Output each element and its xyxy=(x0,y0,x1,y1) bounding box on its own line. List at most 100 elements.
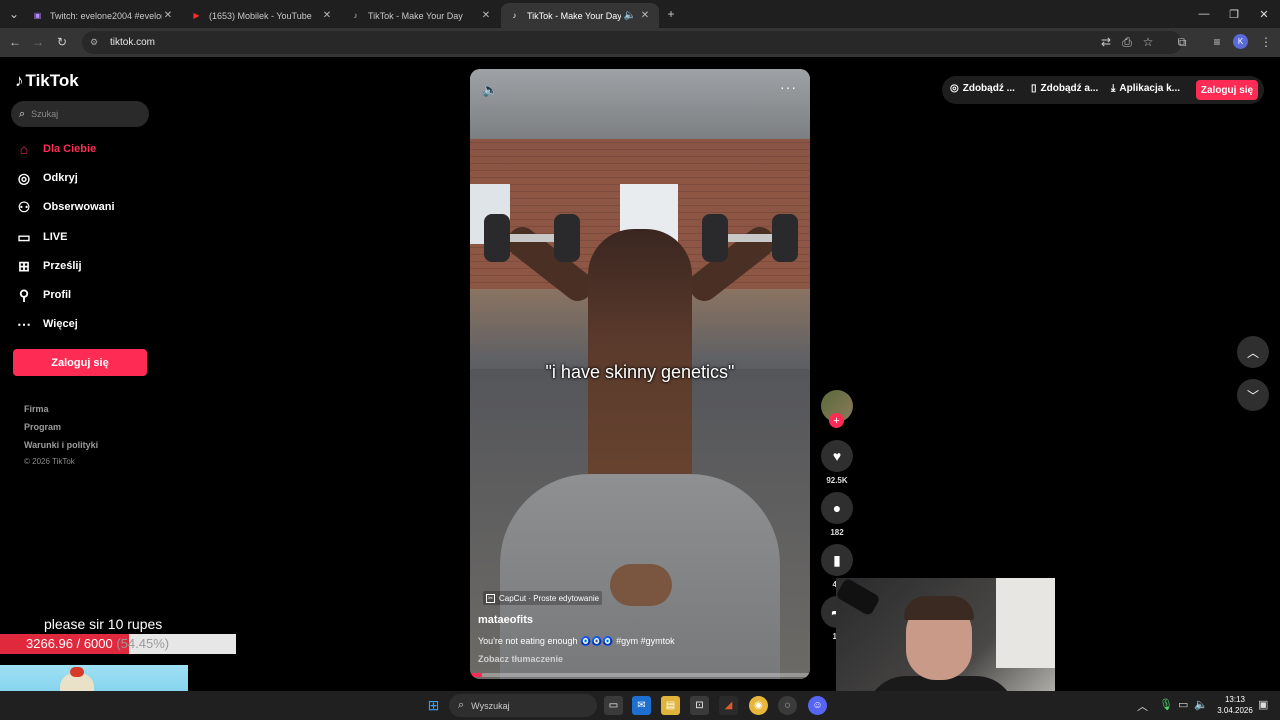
comment-icon: ● xyxy=(832,500,842,516)
nav-odkryj[interactable]: ◎ Odkryj xyxy=(15,167,78,189)
get-coins-button[interactable]: ◎ Zdobądź ... xyxy=(950,83,1015,94)
menu-kebab-icon[interactable]: ⋮ xyxy=(1257,33,1275,51)
bookmark-star-icon[interactable]: ☆ xyxy=(1139,33,1157,51)
store-icon[interactable]: ⊡ xyxy=(690,696,709,715)
see-translation-link[interactable]: Zobacz tłumaczenie xyxy=(478,654,563,664)
more-options-icon[interactable]: ··· xyxy=(780,79,797,95)
video-frame-bench xyxy=(610,564,672,606)
video-player[interactable]: "i have skinny genetics" 🔈 ··· ✂ CapCut … xyxy=(470,69,810,679)
volume-icon[interactable]: 🔈 xyxy=(482,82,498,98)
nav-wiecej[interactable]: ⋯ Więcej xyxy=(15,313,78,335)
webcam-window xyxy=(996,578,1055,668)
download-icon: ⤓ xyxy=(1111,83,1116,94)
microphone-icon[interactable]: 🎙 xyxy=(1159,698,1173,711)
profile-avatar[interactable]: K xyxy=(1233,34,1248,49)
address-bar[interactable]: ⚙ tiktok.com xyxy=(82,31,1182,54)
windows-start-icon[interactable]: ⊞ xyxy=(424,696,443,715)
discord-icon[interactable]: ☺ xyxy=(808,696,827,715)
taskbar-search[interactable]: ⌕ Wyszukaj xyxy=(449,694,597,717)
next-video-button[interactable]: ﹀ xyxy=(1237,379,1269,411)
video-progress-bar[interactable] xyxy=(470,673,810,677)
close-icon[interactable]: ✕ xyxy=(480,10,492,21)
tiktok-icon: ♪ xyxy=(353,11,358,20)
nav-label: Profil xyxy=(43,289,72,301)
extensions-icon[interactable]: ⧉ xyxy=(1173,33,1191,51)
footer-link-firma[interactable]: Firma xyxy=(24,404,49,414)
nav-dla-ciebie[interactable]: ⌂ Dla Ciebie xyxy=(15,138,96,160)
tray-chevron-up-icon[interactable]: ︿ xyxy=(1137,698,1148,714)
taskbar-clock[interactable]: 13:13 3.04.2026 xyxy=(1216,694,1254,716)
save-button[interactable]: ▮ xyxy=(821,544,853,576)
donation-message: please sir 10 rupes xyxy=(44,616,163,632)
footer-link-terms[interactable]: Warunki i polityki xyxy=(24,440,98,450)
capcut-badge[interactable]: ✂ CapCut · Proste edytowanie xyxy=(483,591,603,605)
close-icon[interactable]: ✕ xyxy=(321,10,333,21)
volume-icon[interactable]: 🔈 xyxy=(1194,698,1208,711)
header-login-button[interactable]: Zaloguj się xyxy=(1196,80,1258,100)
app-icon[interactable]: ◢ xyxy=(719,696,738,715)
goal-amount: 3266.96 / 6000 xyxy=(26,636,113,651)
video-frame-dumbbell xyxy=(702,214,798,262)
home-icon: ⌂ xyxy=(19,141,29,157)
media-controls-icon[interactable]: ≡ xyxy=(1208,33,1226,51)
browser-tab-twitch[interactable]: ▣ Twitch: evelone2004 #evelone ✕ xyxy=(24,3,182,28)
tiktok-logo[interactable]: ♪ TikTok xyxy=(15,71,79,91)
new-tab-button[interactable]: + xyxy=(662,5,680,23)
video-author[interactable]: mataeofits xyxy=(478,614,533,626)
chrome-icon[interactable]: ◉ xyxy=(749,696,768,715)
back-button[interactable]: ← xyxy=(6,33,24,51)
app-icon[interactable]: ◌ xyxy=(778,696,797,715)
browser-tab-youtube[interactable]: ▶ (1653) Mobilek - YouTube ✕ xyxy=(183,3,341,28)
follow-plus-icon[interactable]: + xyxy=(829,413,844,428)
restore-button[interactable]: ❐ xyxy=(1218,0,1250,28)
search-input[interactable]: ⌕ Szukaj xyxy=(11,101,149,127)
taskbar-search-placeholder: Wyszukaj xyxy=(471,700,510,711)
nav-live[interactable]: ▭ LIVE xyxy=(15,226,67,248)
site-info-icon[interactable]: ⚙ xyxy=(90,37,104,48)
sidebar-login-button[interactable]: Zaloguj się xyxy=(13,349,147,376)
video-progress-fill xyxy=(470,673,482,677)
nav-label: Dla Ciebie xyxy=(43,143,97,155)
tab-search-icon[interactable]: ⌄ xyxy=(5,5,23,23)
tiktok-note-icon: ♪ xyxy=(15,71,24,90)
notification-icon[interactable]: ▣ xyxy=(1258,698,1268,711)
tiktok-page: ♪ TikTok ⌕ Szukaj ⌂ Dla Ciebie ◎ Odkryj … xyxy=(0,57,1280,691)
upload-icon: ⊞ xyxy=(18,257,30,274)
tab-title: (1653) Mobilek - YouTube xyxy=(209,10,312,21)
task-view-icon[interactable]: ▭ xyxy=(604,696,623,715)
nav-label: Obserwowani xyxy=(43,201,115,213)
like-button[interactable]: ♥ xyxy=(821,440,853,472)
nav-label: LIVE xyxy=(43,231,68,243)
minimize-button[interactable]: — xyxy=(1188,0,1220,28)
install-app-icon[interactable]: ⎙ xyxy=(1118,33,1136,51)
forward-button[interactable]: → xyxy=(29,33,47,51)
close-window-button[interactable]: ✕ xyxy=(1248,0,1280,28)
heart-icon: ♥ xyxy=(832,448,842,464)
network-icon[interactable]: ▭ xyxy=(1178,698,1188,711)
bookmark-icon: ▮ xyxy=(833,551,841,568)
close-icon[interactable]: ✕ xyxy=(639,10,651,21)
footer-link-program[interactable]: Program xyxy=(24,422,61,432)
comment-button[interactable]: ● xyxy=(821,492,853,524)
browser-tab-tiktok-active[interactable]: ♪ TikTok - Make Your Day 🔈 ✕ xyxy=(501,3,659,28)
translate-icon[interactable]: ⇄ xyxy=(1097,33,1115,51)
nav-obserwowani[interactable]: ⚇ Obserwowani xyxy=(15,196,115,218)
file-explorer-icon[interactable]: ▤ xyxy=(661,696,680,715)
nav-przeslij[interactable]: ⊞ Prześlij xyxy=(15,255,81,277)
chevron-down-icon: ﹀ xyxy=(1246,388,1259,403)
outlook-icon[interactable]: ✉ xyxy=(632,696,651,715)
browser-tab-tiktok[interactable]: ♪ TikTok - Make Your Day ✕ xyxy=(342,3,500,28)
nav-profil[interactable]: ⚲ Profil xyxy=(15,284,71,306)
previous-video-button[interactable]: ︿ xyxy=(1237,336,1269,368)
get-app-button[interactable]: ▯ Zdobądź a... xyxy=(1031,83,1098,94)
like-count: 92.5K xyxy=(826,476,848,485)
reload-button[interactable]: ↻ xyxy=(53,33,71,51)
speaker-icon[interactable]: 🔈 xyxy=(621,10,639,21)
desktop-app-button[interactable]: ⤓ Aplikacja k... xyxy=(1111,83,1180,94)
close-icon[interactable]: ✕ xyxy=(162,10,174,21)
profile-icon: ⚲ xyxy=(18,286,30,303)
coin-icon: ◎ xyxy=(950,83,959,94)
browser-tab-strip: ⌄ ▣ Twitch: evelone2004 #evelone ✕ ▶ (16… xyxy=(0,0,1280,28)
capcut-label: CapCut · Proste edytowanie xyxy=(499,593,600,603)
brand-name: TikTok xyxy=(25,71,79,90)
